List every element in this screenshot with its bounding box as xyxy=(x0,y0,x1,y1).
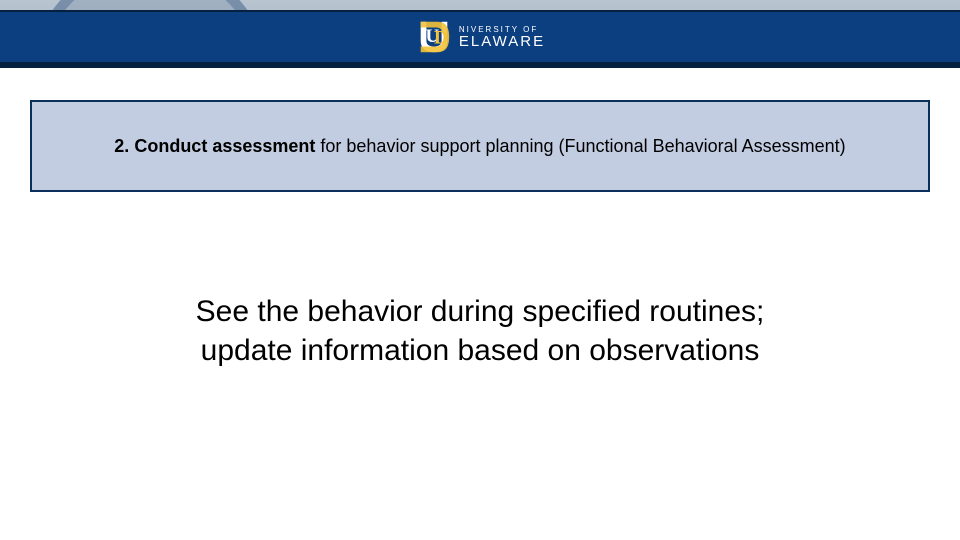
header-blue-bar: U D NIVERSITY OF ELAWARE xyxy=(0,10,960,68)
university-logo: U D NIVERSITY OF ELAWARE xyxy=(415,18,545,56)
svg-text:D: D xyxy=(434,28,448,49)
logo-text: NIVERSITY OF ELAWARE xyxy=(459,26,545,49)
banner-bold: Conduct assessment xyxy=(134,136,315,156)
section-banner: 2. Conduct assessment for behavior suppo… xyxy=(30,100,930,192)
logo-mark-icon: U D xyxy=(415,18,453,56)
body-line-1: See the behavior during specified routin… xyxy=(120,292,840,331)
body-line-2: update information based on observations xyxy=(120,331,840,370)
slide-body: See the behavior during specified routin… xyxy=(0,292,960,370)
slide-header: U D NIVERSITY OF ELAWARE xyxy=(0,0,960,70)
banner-text: 2. Conduct assessment for behavior suppo… xyxy=(114,136,845,157)
banner-rest: for behavior support planning (Functiona… xyxy=(315,136,845,156)
logo-text-bottom: ELAWARE xyxy=(459,34,545,49)
banner-number: 2. xyxy=(114,136,129,156)
